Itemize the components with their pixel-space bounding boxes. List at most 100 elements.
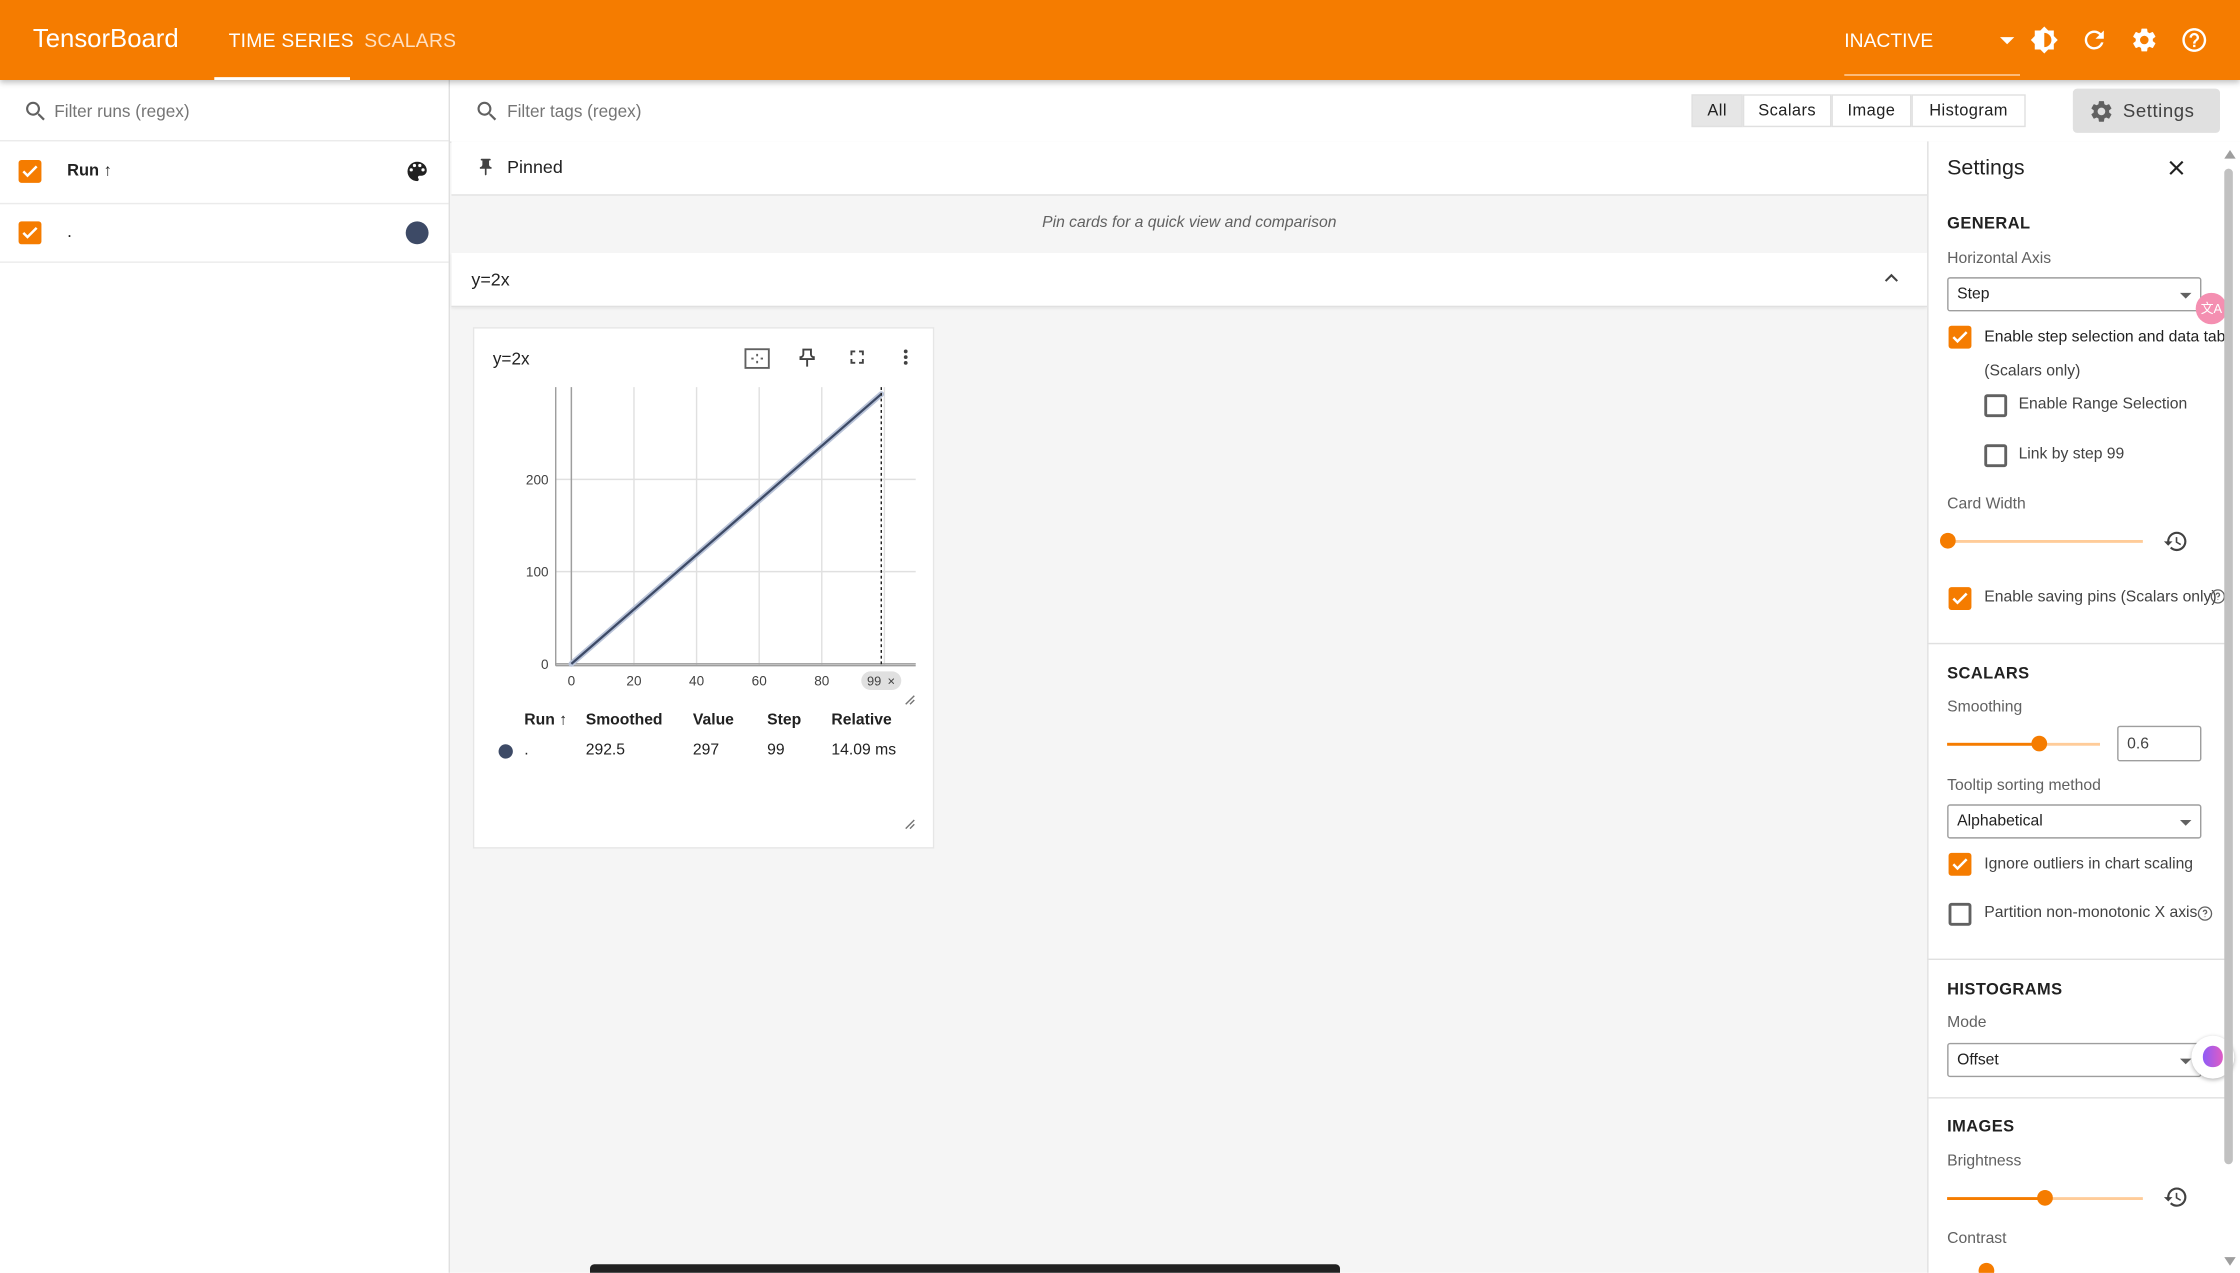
- step-selection-label: Enable step selection and data table: [1984, 328, 2225, 346]
- brightness-slider-fill: [1947, 1197, 2045, 1200]
- theme-toggle-icon[interactable]: [2030, 26, 2059, 55]
- table-header-step[interactable]: Step: [767, 711, 801, 728]
- translate-extension-icon[interactable]: 文A: [2195, 292, 2228, 325]
- smoothing-input[interactable]: [2117, 725, 2202, 762]
- run-color-swatch[interactable]: [405, 221, 429, 245]
- table-header-value[interactable]: Value: [693, 711, 734, 728]
- chevron-up-icon[interactable]: [1881, 269, 1901, 289]
- table-header-smoothed[interactable]: Smoothed: [586, 711, 663, 728]
- chart-series: [568, 391, 885, 667]
- pinned-title: Pinned: [507, 157, 563, 178]
- step-marker-label: 99: [867, 674, 881, 689]
- reset-icon[interactable]: [2163, 1184, 2189, 1210]
- run-checkbox[interactable]: [18, 221, 42, 245]
- settings-toggle-button[interactable]: Settings: [2072, 88, 2220, 133]
- settings-title: Settings: [1947, 155, 2025, 180]
- table-header-run[interactable]: Run ↑: [524, 711, 567, 728]
- table-cell-value: 297: [692, 741, 720, 759]
- smoothing-slider-fill: [1947, 742, 2039, 746]
- card-width-slider-thumb[interactable]: [1939, 532, 1955, 549]
- saving-pins-label: Enable saving pins (Scalars only): [1984, 588, 2217, 606]
- horizontal-axis-select[interactable]: Step: [1947, 277, 2202, 312]
- close-icon: ×: [888, 674, 896, 689]
- ignore-outliers-checkbox[interactable]: [1948, 852, 1972, 876]
- x-tick-label: 20: [626, 674, 642, 689]
- tag-group-name: y=2x: [471, 269, 510, 290]
- scalars-heading: SCALARS: [1947, 665, 2030, 683]
- run-name: .: [67, 221, 72, 242]
- close-icon[interactable]: [2166, 157, 2187, 178]
- chevron-down-icon: [2179, 292, 2192, 299]
- filter-histogram-button[interactable]: Histogram: [1911, 94, 2026, 128]
- step-selection-sublabel: (Scalars only): [1984, 362, 2081, 380]
- app-logo: TensorBoard: [32, 24, 179, 53]
- divider: [0, 139, 449, 142]
- refresh-icon[interactable]: [2080, 26, 2109, 55]
- histogram-mode-select[interactable]: Offset: [1947, 1042, 2202, 1078]
- pinned-section-header: Pinned: [451, 141, 1928, 196]
- help-icon[interactable]: [2197, 906, 2213, 922]
- gear-icon: [2091, 101, 2112, 122]
- divider: [0, 202, 449, 205]
- plugin-status-dropdown[interactable]: INACTIVE: [1844, 30, 1933, 51]
- chevron-down-icon: [2179, 1058, 2192, 1065]
- scroll-up-arrow[interactable]: [2224, 149, 2236, 159]
- select-all-runs-checkbox[interactable]: [18, 159, 42, 183]
- settings-scrollbar[interactable]: [2224, 168, 2233, 1165]
- x-tick-label: 40: [689, 674, 705, 689]
- partition-label: Partition non-monotonic X axis: [1984, 904, 2198, 922]
- filter-scalars-button[interactable]: Scalars: [1742, 94, 1832, 128]
- settings-button-label: Settings: [2122, 99, 2195, 122]
- step-selection-checkbox[interactable]: [1948, 325, 1972, 349]
- resize-handle-icon[interactable]: [904, 694, 915, 705]
- smoothing-slider-thumb[interactable]: [2030, 735, 2047, 752]
- x-tick-label: 0: [568, 674, 576, 689]
- filter-image-button[interactable]: Image: [1831, 94, 1912, 128]
- tensorboard-app: TensorBoard TIME SERIES SCALARS INACTIVE…: [0, 0, 2240, 1273]
- series-line: [570, 393, 883, 665]
- tag-group-header[interactable]: y=2x: [451, 252, 1928, 308]
- table-cell-run: .: [524, 741, 529, 759]
- help-icon[interactable]: [2180, 26, 2209, 55]
- mode-label: Mode: [1947, 1014, 1987, 1032]
- table-cell-smoothed: 292.5: [585, 741, 626, 759]
- range-selection-label: Enable Range Selection: [2018, 395, 2188, 413]
- brightness-slider-thumb[interactable]: [2037, 1189, 2053, 1206]
- search-icon: [477, 101, 497, 121]
- palette-icon[interactable]: [404, 159, 430, 185]
- scroll-down-arrow[interactable]: [2224, 1257, 2236, 1266]
- filter-tags-input[interactable]: [507, 97, 1079, 126]
- saving-pins-checkbox[interactable]: [1948, 587, 1972, 610]
- smoothing-label: Smoothing: [1947, 698, 2023, 716]
- partition-checkbox[interactable]: [1948, 902, 1972, 926]
- divider: [1927, 958, 2226, 960]
- bottom-bar: [589, 1264, 1340, 1273]
- line-chart[interactable]: 0 20 40 60 80 0 100 200 99 ×: [474, 329, 935, 715]
- tab-time-series[interactable]: TIME SERIES: [229, 30, 354, 51]
- tooltip-sort-label: Tooltip sorting method: [1947, 777, 2101, 795]
- filter-all-button[interactable]: All: [1691, 94, 1743, 128]
- x-tick-label: 60: [752, 674, 768, 689]
- reset-icon[interactable]: [2163, 529, 2189, 555]
- link-by-step-checkbox[interactable]: [1984, 444, 2008, 468]
- histograms-heading: HISTOGRAMS: [1947, 981, 2063, 999]
- resize-handle-icon[interactable]: [904, 819, 915, 830]
- chevron-down-icon[interactable]: [1999, 37, 2015, 45]
- general-heading: GENERAL: [1947, 215, 2031, 233]
- top-app-bar: TensorBoard TIME SERIES SCALARS INACTIVE: [0, 0, 2240, 80]
- table-header-relative[interactable]: Relative: [831, 711, 891, 728]
- run-column-header[interactable]: Run ↑: [67, 163, 112, 180]
- scalar-card: y=2x 0 20 40 60 80 0 100 200 99 × Run ↑ Smoothed…: [472, 327, 935, 849]
- tab-scalars[interactable]: SCALARS: [364, 30, 456, 51]
- settings-gear-icon[interactable]: [2130, 26, 2159, 55]
- filter-runs-input[interactable]: [54, 97, 426, 126]
- range-selection-checkbox[interactable]: [1984, 394, 2008, 418]
- pinned-empty-text: Pin cards for a quick view and compariso…: [1042, 214, 1337, 232]
- card-width-slider-track[interactable]: [1947, 539, 2143, 543]
- brain-icon: [2202, 1045, 2223, 1068]
- tooltip-sort-select[interactable]: Alphabetical: [1947, 804, 2202, 839]
- dropdown-underline: [1844, 74, 2020, 76]
- active-tab-indicator: [214, 77, 350, 80]
- contrast-slider-thumb[interactable]: [1978, 1262, 1995, 1273]
- table-cell-step: 99: [767, 741, 785, 759]
